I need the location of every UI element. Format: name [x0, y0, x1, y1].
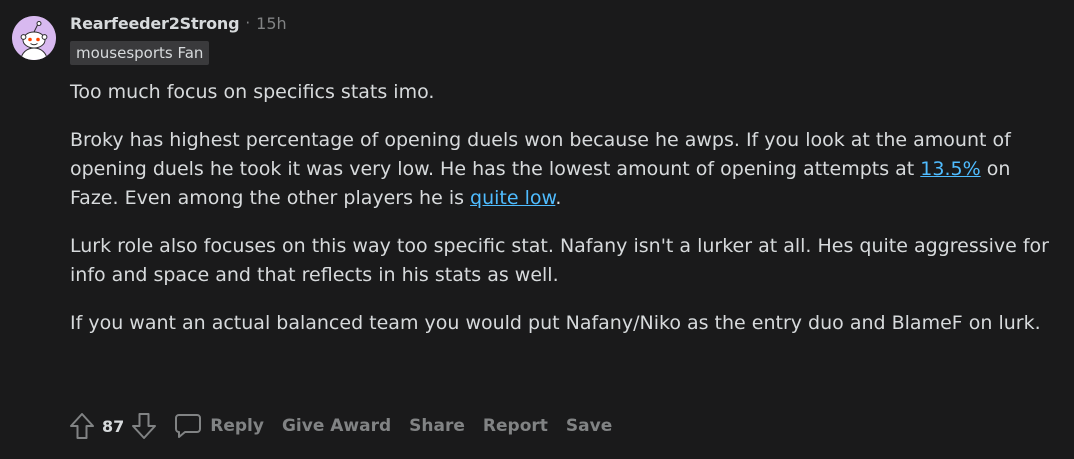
link-13-5-percent[interactable]: 13.5%	[920, 158, 980, 180]
save-label: Save	[565, 416, 613, 436]
username[interactable]: Rearfeeder2Strong	[70, 14, 240, 33]
reddit-snoo-avatar-icon	[12, 16, 56, 60]
reply-label: Reply	[210, 416, 264, 436]
give-award-label: Give Award	[281, 416, 392, 436]
separator-dot: ·	[245, 14, 251, 32]
comment-body: Too much focus on specifics stats imo. B…	[70, 78, 1060, 357]
comment-actions: 87 Reply Give Award Share Report Save	[66, 408, 621, 444]
upvote-arrow-icon	[70, 413, 94, 439]
link-quite-low[interactable]: quite low	[470, 187, 555, 209]
user-flair: mousesports Fan	[70, 41, 210, 65]
comment: Rearfeeder2Strong · 15h mousesports Fan …	[0, 0, 1074, 459]
paragraph-3: Lurk role also focuses on this way too s…	[70, 235, 1049, 286]
paragraph-2: Broky has highest percentage of opening …	[70, 126, 1060, 213]
report-button[interactable]: Report	[474, 409, 557, 443]
timestamp[interactable]: 15h	[256, 14, 287, 33]
reply-button[interactable]: Reply	[170, 409, 273, 443]
share-label: Share	[409, 416, 465, 436]
save-button[interactable]: Save	[557, 409, 621, 443]
downvote-arrow-icon	[132, 413, 157, 439]
paragraph-2-text-a: Broky has highest percentage of opening …	[70, 129, 1011, 180]
share-button[interactable]: Share	[400, 409, 474, 443]
speech-bubble-icon	[175, 414, 202, 438]
upvote-button[interactable]	[66, 409, 98, 443]
paragraph-2-text-c: .	[555, 187, 562, 209]
downvote-button[interactable]	[128, 409, 160, 443]
paragraph-1: Too much focus on specifics stats imo.	[70, 81, 435, 103]
give-award-button[interactable]: Give Award	[273, 409, 400, 443]
report-label: Report	[482, 416, 548, 436]
vote-score: 87	[102, 416, 125, 436]
avatar[interactable]	[12, 16, 56, 60]
paragraph-4: If you want an actual balanced team you …	[70, 312, 1041, 334]
comment-header: Rearfeeder2Strong · 15h	[70, 10, 287, 36]
